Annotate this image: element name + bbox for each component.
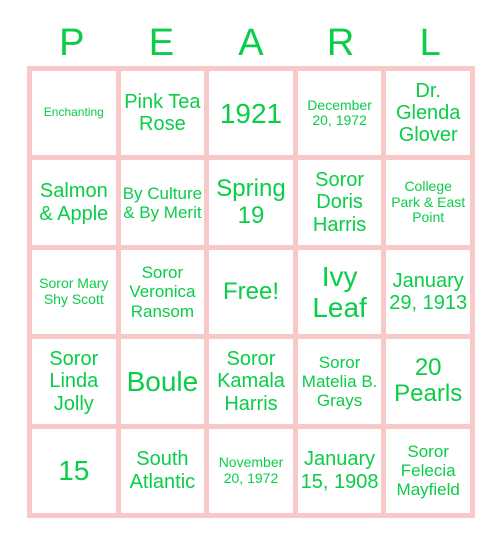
bingo-card: P E A R L Enchanting Pink Tea Rose 1921 Dec… (0, 0, 502, 544)
bingo-cell[interactable]: Spring 19 (209, 160, 293, 245)
bingo-cell-free[interactable]: Free! (209, 249, 293, 335)
bingo-cell-label: Pink Tea Rose (124, 90, 201, 136)
bingo-cell-label: Soror Veronica Ransom (129, 263, 196, 321)
bingo-cell[interactable]: Ivy Leaf (297, 249, 382, 335)
header-letter-p: P (59, 21, 85, 64)
bingo-cell[interactable]: January 29, 1913 (386, 249, 470, 335)
bingo-cell[interactable]: Soror Felecia Mayfield (386, 428, 470, 513)
header-letter-l: L (419, 21, 441, 64)
bingo-cell[interactable]: Soror Veronica Ransom (120, 249, 205, 335)
bingo-cell-label: Dr. Glenda Glover (395, 79, 461, 147)
bingo-cell-label: Soror Linda Jolly (49, 347, 99, 415)
bingo-cell[interactable]: Salmon & Apple (32, 160, 116, 245)
bingo-cell-label: Spring 19 (216, 174, 286, 229)
bingo-cell-label: By Culture & By Merit (122, 183, 203, 222)
bingo-cell[interactable]: By Culture & By Merit (120, 160, 205, 245)
bingo-cell-label: January 29, 1913 (389, 269, 468, 314)
bingo-cell-label: November 20, 1972 (218, 454, 284, 486)
bingo-cell-label: 1921 (219, 97, 283, 129)
bingo-cell[interactable]: Soror Mary Shy Scott (32, 249, 116, 335)
bingo-cell[interactable]: South Atlantic (120, 428, 205, 513)
bingo-cell[interactable]: Soror Doris Harris (297, 160, 382, 245)
header-letter-r: R (326, 21, 355, 64)
bingo-cell[interactable]: 20 Pearls (386, 339, 470, 424)
header-letter-a: A (238, 21, 264, 64)
bingo-cell[interactable]: College Park & East Point (386, 160, 470, 245)
bingo-cell-label: South Atlantic (129, 448, 196, 493)
bingo-cell[interactable]: December 20, 1972 (297, 71, 382, 156)
bingo-cell[interactable]: November 20, 1972 (209, 428, 293, 513)
bingo-cell[interactable]: January 15, 1908 (297, 428, 382, 513)
bingo-header-row: P E A R L (27, 19, 475, 66)
bingo-cell[interactable]: Soror Matelia B. Grays (297, 339, 382, 424)
bingo-cell[interactable]: Soror Linda Jolly (32, 339, 116, 424)
bingo-cell[interactable]: 1921 (209, 71, 293, 156)
bingo-cell-label: Salmon & Apple (39, 180, 109, 225)
bingo-cell-label: Boule (126, 365, 199, 397)
bingo-cell-label: College Park & East Point (391, 178, 466, 226)
bingo-cell[interactable]: Dr. Glenda Glover (386, 71, 470, 156)
bingo-cell[interactable]: Pink Tea Rose (120, 71, 205, 156)
bingo-cell-label: 20 Pearls (394, 353, 463, 408)
header-letter-e: E (148, 21, 175, 64)
bingo-cell-label: Soror Doris Harris (312, 169, 367, 236)
bingo-grid: Enchanting Pink Tea Rose 1921 December 20, … (27, 66, 475, 518)
bingo-cell-label: Soror Kamala Harris (217, 347, 285, 415)
bingo-cell[interactable]: Boule (120, 339, 205, 424)
bingo-cell-label: January 15, 1908 (300, 448, 379, 493)
bingo-cell-label: Soror Mary Shy Scott (39, 275, 109, 307)
bingo-cell[interactable]: Soror Kamala Harris (209, 339, 293, 424)
bingo-cell-label: Soror Matelia B. Grays (301, 352, 378, 410)
bingo-cell-label: 15 (58, 455, 90, 487)
bingo-cell-label: Free! (222, 277, 279, 305)
bingo-cell-label: Enchanting (43, 105, 104, 120)
bingo-cell-label: December 20, 1972 (307, 96, 372, 129)
bingo-cell[interactable]: 15 (32, 428, 116, 513)
bingo-cell-label: Soror Felecia Mayfield (396, 442, 460, 500)
bingo-cell-label: Ivy Leaf (312, 260, 367, 323)
bingo-cell[interactable]: Enchanting (32, 71, 116, 156)
